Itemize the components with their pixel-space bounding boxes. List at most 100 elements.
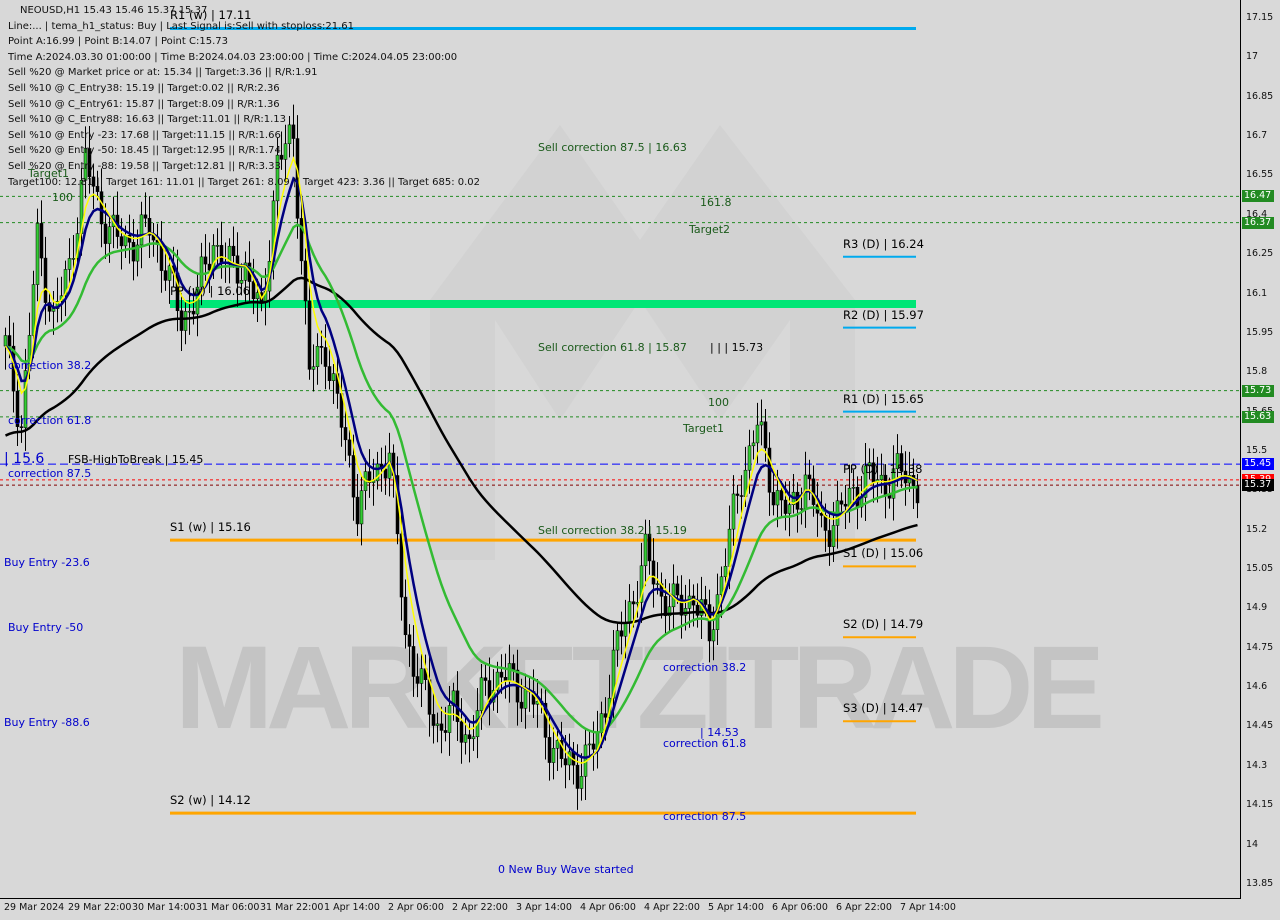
annotation-label: Sell correction 61.8 | 15.87 [538, 340, 687, 354]
candle-body [107, 226, 112, 244]
candle-body [215, 245, 220, 247]
candle-body [703, 599, 708, 605]
candle-body [755, 424, 760, 444]
watermark-text: MARKETZITRADE [175, 622, 1105, 754]
candle-body [255, 292, 260, 300]
candle-body [459, 721, 464, 743]
y-tick-label: 16.7 [1246, 130, 1268, 142]
annotation-label: Sell correction 38.2 | 15.19 [538, 524, 687, 538]
candle-body [763, 421, 768, 449]
x-tick-label: 4 Apr 22:00 [644, 902, 700, 913]
candle-body [239, 280, 244, 284]
candle-body [483, 677, 488, 681]
candle-body [911, 475, 916, 487]
y-tick-label: 15.95 [1246, 326, 1274, 338]
candle-body [563, 758, 568, 766]
annotation-label: 100 [52, 191, 73, 205]
x-tick-label: 2 Apr 06:00 [388, 902, 444, 913]
candle-body [511, 663, 516, 671]
annotation-label: Buy Entry -23.6 [4, 555, 90, 569]
candle-body [471, 736, 476, 740]
candle-body [307, 300, 312, 370]
annotation-label: Target1 [28, 167, 70, 181]
candle-body [747, 445, 752, 471]
candle-body [619, 630, 624, 637]
candle-body [467, 734, 472, 740]
candle-body [463, 734, 468, 743]
candle-body [51, 308, 56, 312]
candle-body [519, 701, 524, 709]
candle-body [407, 634, 412, 647]
info-line: Target100: 12.81 || Target 161: 11.01 ||… [8, 176, 481, 188]
candle-body [719, 576, 724, 595]
y-tick-label: 15.2 [1246, 523, 1268, 535]
x-tick-label: 29 Mar 2024 [4, 902, 65, 913]
annotation-label: | 15.6 [4, 450, 45, 467]
info-line: Time A:2024.03.30 01:00:00 | Time B:2024… [8, 51, 458, 63]
pivot-label: S1 (D) | 15.06 [843, 546, 924, 561]
x-tick-label: 7 Apr 14:00 [900, 902, 956, 913]
candle-body [103, 223, 108, 244]
y-tick-label: 17 [1246, 51, 1259, 63]
candle-body [319, 345, 324, 348]
candle-body [311, 366, 316, 370]
annotation-label: | | | 15.73 [710, 340, 764, 354]
candle-body [567, 751, 572, 766]
x-tick-label: 3 Apr 14:00 [516, 902, 572, 913]
price-tag: 16.47 [1242, 190, 1274, 203]
candle-body [191, 310, 196, 315]
annotation-label: FSB-HighToBreak | 15.45 [68, 453, 204, 467]
price-tag: 15.37 [1242, 479, 1274, 492]
candle-body [199, 256, 204, 288]
candle-body [827, 530, 832, 547]
x-tick-label: 29 Mar 22:00 [68, 902, 132, 913]
candle-body [547, 737, 552, 763]
candle-body [231, 245, 236, 256]
candle-body [751, 442, 756, 447]
candle-body [807, 474, 812, 480]
candle-body [843, 503, 848, 507]
annotation-label: correction 61.8 [663, 736, 747, 750]
candle-body [623, 623, 628, 637]
x-tick-label: 2 Apr 22:00 [452, 902, 508, 913]
info-line: Sell %20 @ Entry -50: 18.45 || Target:12… [8, 145, 281, 157]
candle-body [731, 493, 736, 530]
candle-body [203, 256, 208, 265]
info-line: Sell %10 @ C_Entry38: 15.19 || Target:0.… [8, 82, 280, 94]
candle-body [591, 743, 596, 750]
y-tick-label: 14.75 [1246, 641, 1274, 653]
candle-body [3, 335, 8, 347]
pivot-label: S3 (D) | 14.47 [843, 701, 924, 716]
x-tick-label: 4 Apr 06:00 [580, 902, 636, 913]
candle-body [67, 258, 72, 270]
candle-body [603, 713, 608, 718]
annotation-label: correction 61.8 [8, 414, 92, 428]
pivot-label: PP (D) | 15.38 [843, 462, 923, 477]
info-line: Sell %20 @ Entry -88: 19.58 || Target:12… [8, 160, 281, 172]
y-tick-label: 14.3 [1246, 759, 1268, 771]
candle-body [615, 630, 620, 651]
y-tick-label: 16.85 [1246, 90, 1274, 102]
candle-body [643, 533, 648, 567]
candle-body [443, 730, 448, 733]
candle-body [99, 191, 104, 225]
candle-body [627, 601, 632, 624]
candle-body [739, 495, 744, 497]
x-tick-label: 31 Mar 22:00 [260, 902, 324, 913]
candle-body [163, 270, 168, 281]
candle-body [431, 714, 436, 726]
y-tick-label: 14 [1246, 838, 1259, 850]
candle-body [347, 439, 352, 456]
candle-body [775, 490, 780, 506]
candle-body [43, 257, 48, 303]
y-tick-label: 15.8 [1246, 366, 1268, 378]
candle-body [411, 646, 416, 677]
candle-body [687, 595, 692, 609]
info-panel: NEOUSD,H1 15.43 15.46 15.37 15.37 Line:.… [8, 3, 480, 190]
candle-body [119, 236, 124, 247]
candle-body [587, 743, 592, 746]
y-tick-label: 13.85 [1246, 877, 1274, 889]
annotation-label: correction 38.2 [8, 358, 92, 372]
candle-body [707, 604, 712, 642]
candle-body [383, 468, 388, 479]
